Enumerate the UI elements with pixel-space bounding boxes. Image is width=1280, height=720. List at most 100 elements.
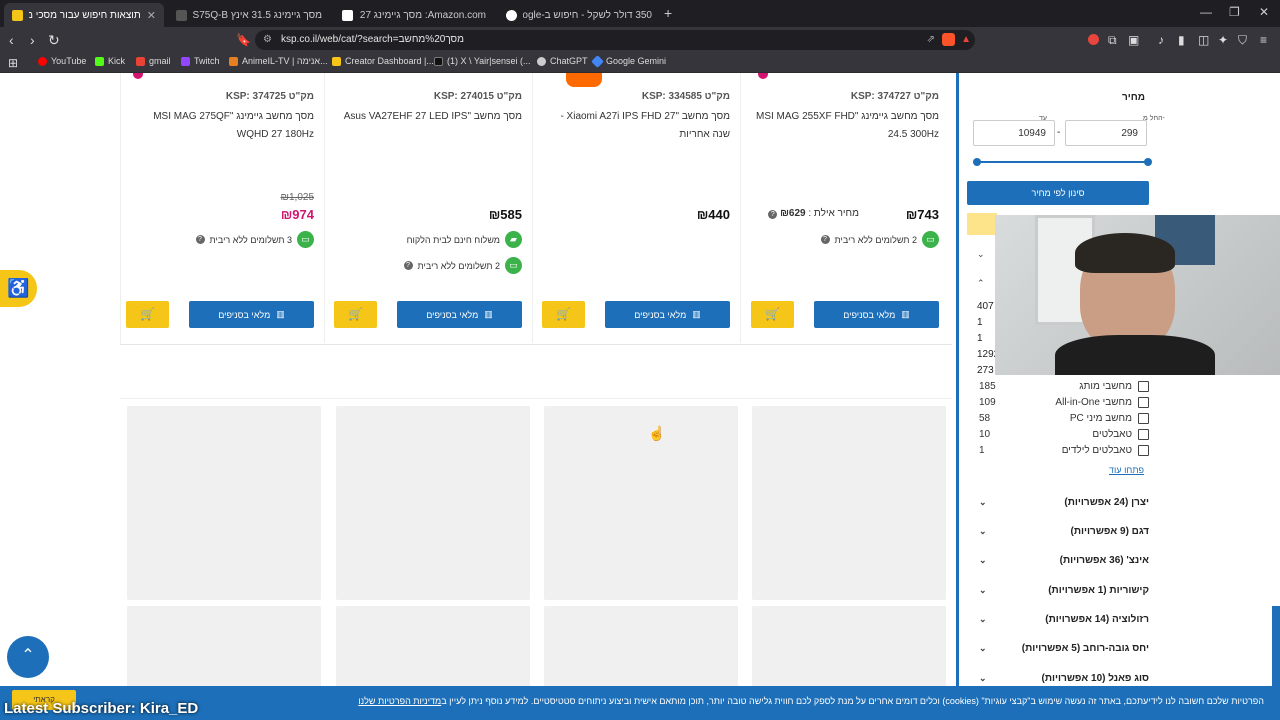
address-bar[interactable]: ⚙ ksp.co.il/web/cat/?search=מסך%20מחשב ⇗… (255, 30, 975, 50)
vpn-icon[interactable]: ⛉ (1238, 32, 1247, 48)
product-card[interactable]: מק"ט KSP: 274015 מסך מחשב "Asus VA27EHF … (329, 73, 533, 343)
store-stock-button[interactable]: ▥ מלאי בסניפים (814, 301, 939, 328)
filter-group-aspect-ratio[interactable]: ⌄ יחס גובה-רוחב (5 אפשרויות) (979, 640, 1149, 656)
bookmark-kick[interactable]: Kick (95, 56, 125, 66)
wallet-icon[interactable]: ◫ (1198, 32, 1209, 48)
mouse-cursor-icon: ☝ (648, 425, 666, 441)
credit-card-icon: ▭ (505, 257, 522, 274)
filter-group-inch[interactable]: ⌄ אינצ' (36 אפשרויות) (979, 552, 1149, 568)
filter-group-panel-type[interactable]: ⌄ סוג פאנל (10 אפשרויות) (979, 670, 1149, 686)
tab-4[interactable]: 350 דולר לשקל - חיפוש ב-Google (498, 3, 660, 27)
bookmark-gemini[interactable]: Google Gemini (591, 54, 666, 68)
product-card[interactable]: מק"ט KSP: 374725 מסך מחשב גיימינג "MSI M… (121, 73, 325, 343)
tab-1[interactable]: ✕ תוצאות חיפוש עבור מסכי מחשב (4, 3, 164, 27)
add-to-cart-button[interactable]: 🛒 (126, 301, 169, 328)
add-to-cart-button[interactable]: 🛒 (334, 301, 377, 328)
apps-grid-icon[interactable]: ⊞ (8, 55, 18, 71)
facet-all-in-one[interactable]: 109 מחשבי All-in-One (979, 394, 1149, 410)
max-price-input[interactable]: 10949 (973, 120, 1055, 146)
reload-icon[interactable]: ↻ (48, 32, 60, 48)
help-icon[interactable]: ? (195, 235, 205, 244)
add-to-cart-button[interactable]: 🛒 (542, 301, 585, 328)
restore-button[interactable]: ❐ (1229, 5, 1240, 19)
price-slider-track[interactable] (977, 161, 1147, 163)
product-price: ₪743 (905, 207, 939, 222)
facet-tablets[interactable]: 10 טאבלטים (979, 426, 1149, 442)
brave-shields-icon[interactable] (942, 33, 955, 46)
site-info-icon[interactable]: ⚙ (263, 30, 272, 50)
accessibility-button[interactable]: ♿ (0, 270, 37, 307)
extensions-icon[interactable]: ⧉ (1108, 32, 1117, 48)
cart-icon: 🛒 (348, 307, 363, 321)
accessibility-icon: ♿ (7, 278, 30, 298)
screenshot-icon[interactable]: ▣ (1128, 32, 1139, 48)
help-icon[interactable]: ? (403, 261, 413, 270)
tab-2[interactable]: מסך גיימינג 31.5 אינץ LG 32GS75Q-B (168, 3, 330, 27)
price-slider-min-handle[interactable] (973, 158, 981, 166)
checkbox[interactable] (1138, 412, 1149, 424)
bookmark-animeil[interactable]: AnimeIL-TV | אנימה... (229, 56, 328, 66)
minimize-button[interactable]: — (1200, 5, 1212, 19)
animeil-icon (229, 56, 238, 66)
chevron-down-icon[interactable]: ⌄ (977, 249, 985, 260)
menu-icon[interactable]: ≡ (1260, 32, 1267, 48)
product-card[interactable]: מק"ט KSP: 374727 מסך מחשב גיימינג "MSI M… (745, 73, 949, 343)
close-tab-icon[interactable]: ✕ (147, 9, 156, 22)
product-price: ₪440 (696, 207, 730, 222)
show-more-link[interactable]: פתחו עוד (1109, 465, 1144, 475)
checkbox[interactable] (1138, 444, 1149, 456)
product-name[interactable]: מסך מחשב "Xiaomi A27i IPS FHD 27 - שנה א… (545, 108, 730, 144)
min-price-input[interactable]: 299 (1065, 120, 1147, 146)
chevron-up-icon: ⌃ (21, 647, 35, 664)
checkbox[interactable] (1138, 428, 1149, 440)
product-name[interactable]: מסך מחשב "Asus VA27EHF 27 LED IPS (337, 108, 522, 126)
cart-icon: 🛒 (765, 307, 780, 321)
tab-3[interactable]: Amazon.com: מסך גיימינג LG 27 אינץ' U (334, 3, 494, 27)
scroll-to-top-button[interactable]: ⌃ (7, 636, 49, 678)
bookmark-youtube[interactable]: YouTube (38, 56, 86, 66)
price-slider-max-handle[interactable] (1144, 158, 1152, 166)
streamer-hair (1075, 233, 1175, 273)
bookmark-chatgpt[interactable]: ChatGPT (537, 56, 588, 66)
bookmark-icon[interactable]: 🔖 (236, 32, 251, 48)
product-sku: מק"ט KSP: 274015 (433, 91, 522, 102)
product-name[interactable]: מסך מחשב גיימינג "MSI MAG 275QF WQHD 27 … (129, 108, 314, 144)
leo-icon[interactable]: ✦ (1218, 32, 1228, 48)
chevron-up-icon[interactable]: ⌃ (977, 278, 985, 289)
store-icon: ▥ (484, 309, 493, 319)
filter-group-model[interactable]: ⌄ דגם (9 אפשרויות) (979, 523, 1149, 539)
bookmark-x[interactable]: (1) X \ Yair|sensei (... (434, 56, 531, 66)
help-icon[interactable]: ? (820, 235, 830, 244)
gmail-icon (136, 56, 145, 66)
filter-group-connectivity[interactable]: ⌄ קישוריות (1 אפשרויות) (979, 582, 1149, 598)
media-icon[interactable]: ♪ (1158, 32, 1164, 48)
close-window-button[interactable]: ✕ (1259, 5, 1269, 19)
checkbox[interactable] (1138, 380, 1149, 392)
back-icon[interactable]: ‹ (9, 32, 14, 48)
bookmark-twitch[interactable]: Twitch (181, 56, 220, 66)
facet-mini-pc[interactable]: 58 מחשב מיני PC (979, 410, 1149, 426)
facet-brand-computers[interactable]: 185 מחשבי מותג (979, 378, 1149, 394)
privacy-policy-link[interactable]: מדיניות הפרטיות שלנו (358, 696, 441, 706)
product-name[interactable]: מסך מחשב גיימינג "MSI MAG 255XF FHD 24.5… (754, 108, 939, 144)
new-tab-button[interactable]: + (664, 5, 672, 21)
product-card[interactable]: מק"ט KSP: 334585 מסך מחשב "Xiaomi A27i I… (537, 73, 741, 343)
filter-group-manufacturer[interactable]: ⌄ יצרן (24 אפשרויות) (979, 494, 1149, 510)
store-stock-button[interactable]: ▥ מלאי בסניפים (397, 301, 522, 328)
url-text: ksp.co.il/web/cat/?search=מסך%20מחשב (281, 34, 464, 45)
add-to-cart-button[interactable]: 🛒 (751, 301, 794, 328)
filter-by-price-button[interactable]: סינון לפי מחיר (967, 181, 1149, 205)
filter-group-resolution[interactable]: ⌄ רזולוציה (14 אפשרויות) (979, 611, 1149, 627)
facet-kids-tablets[interactable]: 1 טאבלטים לילדים (979, 442, 1149, 458)
brave-rewards-icon[interactable]: ▲ (961, 30, 971, 50)
share-icon[interactable]: ⇗ (927, 30, 935, 50)
sidebar-icon[interactable]: ▮ (1178, 32, 1185, 48)
store-stock-button[interactable]: ▥ מלאי בסניפים (189, 301, 314, 328)
bookmark-gmail[interactable]: gmail (136, 56, 171, 66)
bookmark-creator-dashboard[interactable]: Creator Dashboard |... (332, 56, 434, 66)
forward-icon[interactable]: › (30, 32, 35, 48)
help-icon[interactable]: ? (768, 210, 778, 219)
extension-red-icon[interactable] (1088, 34, 1099, 45)
checkbox[interactable] (1138, 396, 1149, 408)
store-stock-button[interactable]: ▥ מלאי בסניפים (605, 301, 730, 328)
